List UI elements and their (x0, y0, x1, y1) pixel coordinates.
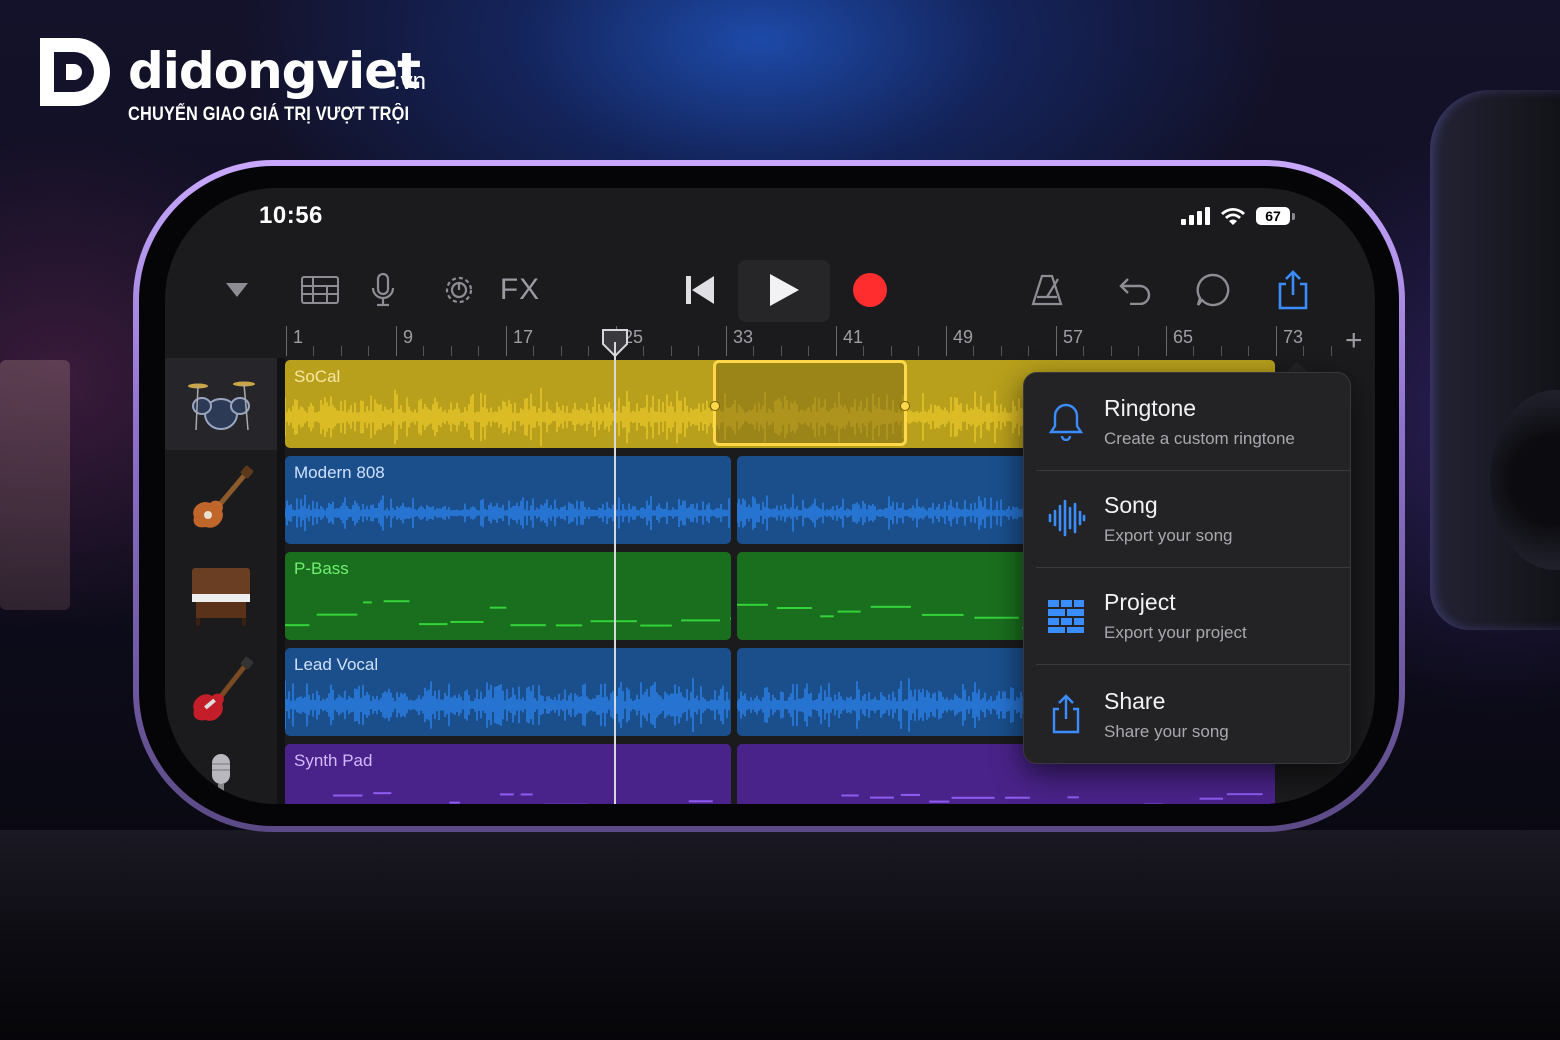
bell-icon (1048, 403, 1084, 441)
menu-item-title: Project (1104, 589, 1176, 615)
ruler-bar-label: 33 (733, 327, 754, 347)
microphone-stand-icon (212, 754, 230, 804)
phone-frame: 10:56 67 FX 1 9 17 25 33 41 49 57 65 73 … (133, 160, 1405, 832)
menu-item-subtitle: Export your song (1104, 526, 1233, 545)
loop-browser-icon[interactable] (1191, 264, 1235, 316)
waveform-icon (1048, 499, 1086, 537)
menu-item-share[interactable]: Share Share your song (1024, 666, 1350, 763)
ruler-bar-label: 73 (1283, 327, 1304, 347)
timeline-ruler[interactable]: 1 9 17 25 33 41 49 57 65 73 + (165, 324, 1375, 358)
tracks-view-icon[interactable] (295, 264, 345, 316)
menu-item-ringtone[interactable]: Ringtone Create a custom ringtone (1024, 373, 1350, 470)
drums-icon (188, 381, 255, 431)
brand-name: didongviet (128, 42, 421, 100)
ruler-bar-label: 65 (1173, 327, 1194, 347)
track-header-vocal[interactable] (165, 742, 277, 804)
menu-item-project[interactable]: Project Export your project (1024, 567, 1350, 664)
track-region-label: P-Bass (294, 559, 349, 578)
region-selection[interactable] (710, 360, 910, 446)
track-region-lead-vocal[interactable]: Lead Vocal (285, 648, 731, 736)
piano-icon (192, 568, 250, 626)
brand-tld: .vn (394, 68, 427, 95)
garageband-screen: 10:56 67 FX 1 9 17 25 33 41 49 57 65 73 … (165, 188, 1375, 804)
photo-scene: didongviet .vn CHUYỂN GIAO GIÁ TRỊ VƯỢT … (0, 0, 1560, 1040)
menu-divider (1036, 664, 1350, 665)
selection-handle-left[interactable] (710, 401, 720, 411)
track-region-label: Lead Vocal (294, 655, 379, 674)
track-header-piano[interactable] (165, 550, 277, 642)
metronome-icon[interactable] (1025, 264, 1069, 316)
brand-slogan: CHUYỂN GIAO GIÁ TRỊ VƯỢT TRỘI (128, 104, 410, 125)
headers-divider (277, 358, 285, 804)
battery-tip (1292, 212, 1295, 220)
playhead[interactable] (614, 342, 616, 804)
track-list-toggle-icon[interactable] (217, 264, 257, 316)
menu-item-subtitle: Export your project (1104, 623, 1247, 642)
track-headers (165, 358, 277, 804)
project-grid-icon (1048, 600, 1084, 633)
electric-guitar-icon (193, 656, 254, 721)
speaker (1430, 90, 1560, 630)
ruler-bar-label: 1 (293, 327, 304, 347)
background-object (0, 360, 70, 610)
battery-icon: 67 (1256, 207, 1290, 225)
undo-icon[interactable] (1113, 264, 1157, 316)
menu-item-title: Song (1104, 492, 1158, 518)
selection-handle-right[interactable] (900, 401, 910, 411)
track-header-drums[interactable] (165, 358, 277, 450)
track-region-label: Synth Pad (294, 751, 373, 770)
microphone-icon[interactable] (363, 264, 403, 316)
status-time: 10:56 (259, 202, 323, 229)
add-section-button[interactable]: + (1345, 324, 1363, 358)
track-header-bass[interactable] (165, 454, 277, 546)
play-icon[interactable] (755, 264, 813, 316)
ruler-bar-label: 57 (1063, 327, 1084, 347)
track-region-modern-808[interactable]: Modern 808 (285, 456, 731, 544)
bass-guitar-icon (193, 465, 254, 528)
wifi-icon (1221, 208, 1245, 225)
table-surface (0, 830, 1560, 1040)
fx-button[interactable]: FX (495, 264, 545, 316)
speaker-cone (1490, 390, 1560, 570)
ruler-bar-label: 41 (843, 327, 864, 347)
menu-item-subtitle: Share your song (1104, 722, 1229, 741)
ruler-bar-label: 17 (513, 327, 534, 347)
menu-item-title: Ringtone (1104, 395, 1197, 421)
didongviet-logo-icon (40, 38, 110, 106)
track-region-synth-pad[interactable]: Synth Pad (285, 744, 731, 804)
share-icon[interactable] (1271, 264, 1315, 316)
track-header-guitar[interactable] (165, 646, 277, 738)
toolbar: FX (165, 254, 1375, 328)
cellular-signal-icon (1181, 207, 1210, 225)
status-icons: 67 (1181, 206, 1295, 226)
ruler-bar-label: 49 (953, 327, 974, 347)
menu-item-song[interactable]: Song Export your song (1024, 470, 1350, 567)
track-region-label: SoCal (294, 367, 341, 386)
share-menu: Ringtone Create a custom ringtone Song E… (1023, 372, 1351, 764)
phone-bezel: 10:56 67 FX 1 9 17 25 33 41 49 57 65 73 … (139, 166, 1399, 826)
record-icon[interactable] (845, 264, 895, 316)
track-region-p-bass[interactable]: P-Bass (285, 552, 731, 640)
menu-item-title: Share (1104, 688, 1166, 714)
track-region-label: Modern 808 (294, 463, 385, 482)
smart-controls-icon[interactable] (437, 264, 481, 316)
ruler-bar-label: 9 (403, 327, 414, 347)
go-to-beginning-icon[interactable] (675, 264, 725, 316)
share-icon (1052, 694, 1080, 734)
menu-item-subtitle: Create a custom ringtone (1104, 429, 1295, 448)
